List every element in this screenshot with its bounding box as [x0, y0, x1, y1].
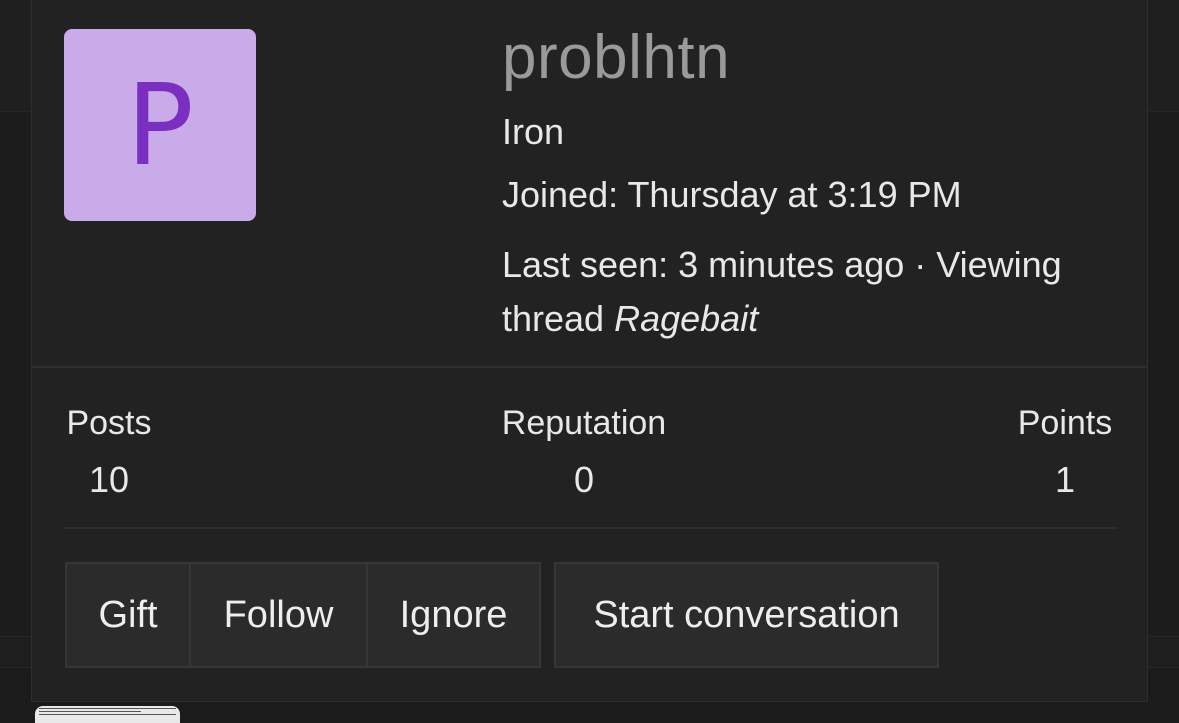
start-conversation-button[interactable]: Start conversation — [554, 562, 939, 668]
ignore-button[interactable]: Ignore — [366, 562, 541, 668]
thumbnail-line — [39, 711, 141, 712]
reputation-label: Reputation — [501, 404, 667, 442]
username[interactable]: problhtn — [502, 22, 730, 93]
stats-divider — [64, 527, 1117, 529]
partial-thumbnail — [35, 706, 180, 723]
follow-button[interactable]: Follow — [189, 562, 368, 668]
points-value[interactable]: 1 — [1012, 459, 1118, 501]
stat-reputation: Reputation 0 — [494, 404, 674, 501]
stat-posts: Posts 10 — [64, 404, 154, 501]
member-tooltip-card: P problhtn Iron Joined: Thursday at 3:19… — [31, 0, 1148, 702]
posts-value[interactable]: 10 — [64, 459, 154, 501]
avatar-letter: P — [126, 61, 194, 191]
joined-date: Joined: Thursday at 3:19 PM — [502, 174, 962, 215]
member-header: P problhtn Iron Joined: Thursday at 3:19… — [32, 0, 1147, 368]
thumbnail-line — [39, 708, 176, 709]
avatar[interactable]: P — [64, 29, 256, 221]
last-seen-text: Last seen: 3 minutes ago · Viewing threa… — [502, 244, 1062, 339]
posts-label: Posts — [66, 404, 152, 442]
viewing-thread-link[interactable]: Ragebait — [614, 298, 758, 339]
points-label: Points — [1017, 404, 1113, 442]
last-seen: Last seen: 3 minutes ago · Viewing threa… — [502, 238, 1132, 346]
stat-points: Points 1 — [1012, 404, 1118, 501]
gift-button[interactable]: Gift — [65, 562, 191, 668]
user-rank: Iron — [502, 111, 565, 152]
reputation-value: 0 — [573, 459, 595, 500]
thumbnail-line — [39, 714, 176, 715]
